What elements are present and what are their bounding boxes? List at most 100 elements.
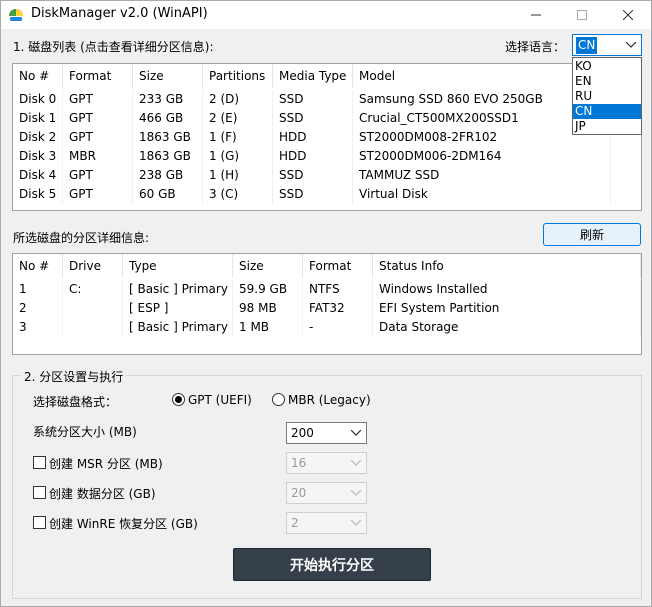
table-row[interactable]: 1 C:[ Basic ] Primary 59.9 GB NTFS Windows I… [13, 280, 641, 299]
table-cell: GPT [63, 185, 133, 204]
msr-label[interactable]: 创建 MSR 分区 (MB) [49, 455, 163, 472]
app-logo-icon [9, 9, 23, 21]
chevron-down-icon [626, 42, 636, 48]
maximize-button[interactable] [559, 1, 605, 29]
column-header[interactable]: Type [123, 254, 233, 278]
table-cell: 98 MB [233, 299, 303, 318]
table-cell: 466 GB [133, 109, 203, 128]
table-cell: C: [63, 280, 123, 299]
partition-list[interactable]: No # Drive Type Size Format Status Info … [12, 253, 642, 355]
table-cell: 3 [13, 318, 63, 337]
chevron-down-icon [351, 490, 361, 496]
table-row[interactable]: Disk 4 GPT 238 GB 1 (H) SSD TAMMUZ SSD [13, 166, 641, 185]
table-cell [63, 318, 123, 337]
mbr-radio-label[interactable]: MBR (Legacy) [288, 393, 371, 407]
table-row[interactable]: 3 [ Basic ] Primary 1 MB - Data Storage [13, 318, 641, 337]
mbr-radio[interactable] [272, 393, 285, 406]
language-option-ko[interactable]: KO [573, 59, 641, 74]
table-cell: 233 GB [133, 90, 203, 109]
column-header[interactable]: No # [13, 254, 63, 278]
column-header[interactable]: Format [303, 254, 373, 278]
system-size-label: 系统分区大小 (MB) [33, 425, 137, 439]
table-cell: ST2000DM006-2DM164 [353, 147, 611, 166]
table-row[interactable]: Disk 5 GPT 60 GB 3 (C) SSD Virtual Disk [13, 185, 641, 204]
chevron-down-icon [351, 520, 361, 526]
language-label: 选择语言： [505, 40, 566, 54]
table-cell: 1 (H) [203, 166, 273, 185]
table-cell: - [303, 318, 373, 337]
disk-format-label: 选择磁盘格式： [33, 395, 118, 409]
column-header[interactable]: Status Info [373, 254, 641, 278]
table-cell: [ ESP ] [123, 299, 233, 318]
table-cell: Disk 5 [13, 185, 63, 204]
settings-group-title: 2. 分区设置与执行 [21, 368, 127, 385]
column-header[interactable]: Size [133, 64, 203, 88]
column-header[interactable]: Media Type [273, 64, 353, 88]
table-row[interactable]: Disk 3 MBR 1863 GB 1 (G) HDD ST2000DM006-2DM1… [13, 147, 641, 166]
table-cell: Disk 2 [13, 128, 63, 147]
data-size-select[interactable]: 20 [286, 482, 367, 504]
language-option-en[interactable]: EN [573, 74, 641, 89]
msr-size-select[interactable]: 16 [286, 452, 367, 474]
table-cell: 2 (D) [203, 90, 273, 109]
data-partition-label[interactable]: 创建 数据分区 (GB) [49, 485, 156, 502]
table-cell: 1 (G) [203, 147, 273, 166]
winre-checkbox[interactable] [33, 516, 46, 529]
table-cell: MBR [63, 147, 133, 166]
table-cell: Disk 3 [13, 147, 63, 166]
table-cell: [ Basic ] Primary [123, 280, 233, 299]
table-cell: 1863 GB [133, 128, 203, 147]
table-cell: GPT [63, 128, 133, 147]
table-row[interactable]: 2 [ ESP ] 98 MB FAT32 EFI System Partition [13, 299, 641, 318]
column-header[interactable]: No # [13, 64, 63, 88]
table-cell: [ Basic ] Primary [123, 318, 233, 337]
close-button[interactable] [605, 1, 651, 29]
table-cell: Disk 4 [13, 166, 63, 185]
table-cell: SSD [273, 166, 353, 185]
winre-label[interactable]: 创建 WinRE 恢复分区 (GB) [49, 515, 198, 532]
table-row[interactable]: Disk 0 GPT 233 GB 2 (D) SSD Samsung SSD 860 E… [13, 90, 641, 109]
table-cell: Virtual Disk [353, 185, 611, 204]
language-select[interactable]: CN [572, 34, 642, 56]
refresh-button[interactable]: 刷新 [543, 223, 641, 246]
table-cell: Data Storage [373, 318, 641, 337]
table-cell: HDD [273, 128, 353, 147]
winre-size-select[interactable]: 2 [286, 512, 367, 534]
app-window: DiskManager v2.0 (WinAPI) 1. 磁盘列表 (点击查看详… [0, 0, 652, 607]
language-option-ru[interactable]: RU [573, 89, 641, 104]
table-cell: SSD [273, 185, 353, 204]
system-size-select[interactable]: 200 [286, 422, 367, 444]
data-partition-checkbox[interactable] [33, 486, 46, 499]
column-header[interactable]: Drive [63, 254, 123, 278]
language-option-jp[interactable]: JP [573, 119, 641, 134]
table-cell: GPT [63, 90, 133, 109]
table-cell: GPT [63, 166, 133, 185]
column-header[interactable]: Format [63, 64, 133, 88]
table-cell: 2 (E) [203, 109, 273, 128]
table-cell: SSD [273, 109, 353, 128]
table-cell: FAT32 [303, 299, 373, 318]
minimize-button[interactable] [513, 1, 559, 29]
minimize-icon [531, 14, 541, 16]
table-cell: Disk 0 [13, 90, 63, 109]
language-dropdown-list[interactable]: KO EN RU CN JP [572, 57, 642, 135]
chevron-down-icon [351, 460, 361, 466]
msr-checkbox[interactable] [33, 456, 46, 469]
table-cell: 1863 GB [133, 147, 203, 166]
gpt-radio[interactable] [172, 393, 185, 406]
table-cell: HDD [273, 147, 353, 166]
language-option-cn[interactable]: CN [573, 104, 641, 119]
column-header[interactable]: Partitions [203, 64, 273, 88]
table-row[interactable]: Disk 1 GPT 466 GB 2 (E) SSD Crucial_CT500MX20… [13, 109, 641, 128]
column-header[interactable]: Size [233, 254, 303, 278]
maximize-icon [577, 10, 587, 20]
start-partition-button[interactable]: 开始执行分区 [233, 548, 431, 581]
winre-size-value: 2 [291, 516, 299, 530]
gpt-radio-label[interactable]: GPT (UEFI) [188, 393, 252, 407]
partition-list-header: No # Drive Type Size Format Status Info [13, 254, 641, 278]
language-selected-value: CN [576, 37, 598, 54]
table-cell: 59.9 GB [233, 280, 303, 299]
table-row[interactable]: Disk 2 GPT 1863 GB 1 (F) HDD ST2000DM008-2FR1… [13, 128, 641, 147]
close-icon [623, 10, 633, 20]
disk-list[interactable]: No # Format Size Partitions Media Type M… [12, 63, 642, 211]
